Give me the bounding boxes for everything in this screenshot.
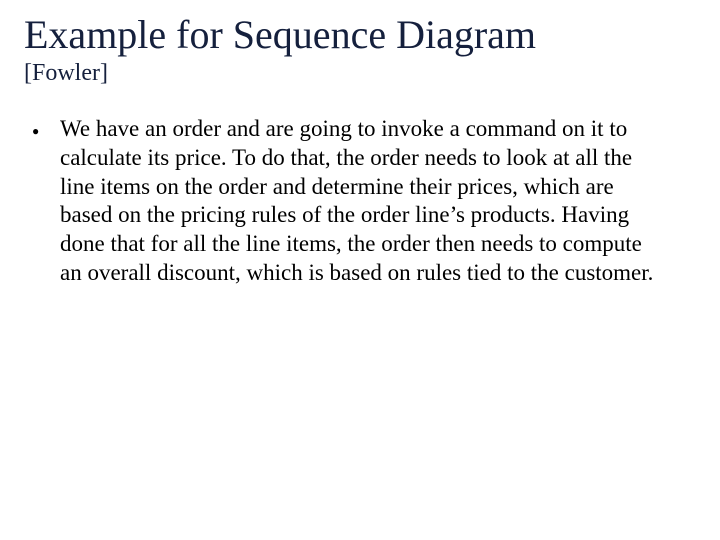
slide: Example for Sequence Diagram [Fowler] ● … — [0, 0, 720, 540]
slide-title: Example for Sequence Diagram — [24, 12, 696, 58]
slide-subtitle: [Fowler] — [24, 60, 696, 87]
bullet-icon: ● — [32, 115, 60, 145]
body-paragraph: We have an order and are going to invoke… — [60, 115, 664, 288]
body-content: ● We have an order and are going to invo… — [24, 115, 696, 288]
